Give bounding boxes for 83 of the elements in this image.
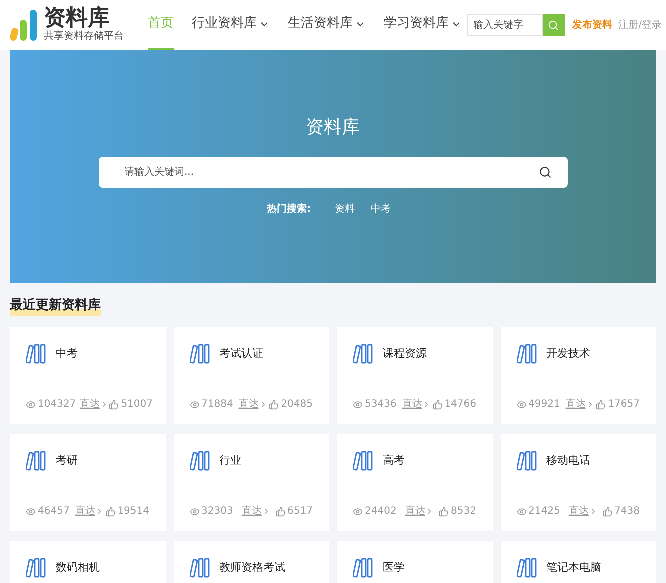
- category-card[interactable]: 中考 104327 直达 51007: [10, 327, 166, 424]
- eye-icon: [26, 400, 36, 410]
- like-count: 20485: [281, 398, 313, 412]
- thumbs-up-icon: [602, 506, 613, 516]
- section-title: 最近更新资料库: [10, 296, 101, 316]
- view-count: 104327: [38, 398, 76, 412]
- like-count: 51007: [121, 398, 153, 412]
- category-name: 行业: [220, 452, 242, 469]
- view-count: 32303: [202, 505, 234, 519]
- hero-title: 资料库: [306, 116, 360, 140]
- view-count: 49921: [528, 398, 560, 412]
- books-icon: [190, 557, 212, 579]
- like-count: 19514: [118, 505, 150, 519]
- category-name: 高考: [383, 452, 405, 469]
- thumbs-up-icon: [432, 400, 443, 410]
- hot-search-label: 热门搜索:: [267, 202, 311, 217]
- like-count: 17657: [608, 398, 640, 412]
- category-name: 移动电话: [546, 452, 590, 469]
- category-card[interactable]: 考试认证 71884 直达 20485: [174, 327, 329, 424]
- category-name: 教师资格考试: [220, 560, 286, 576]
- eye-icon: [516, 506, 526, 516]
- category-card[interactable]: 高考 24402 直达 8532: [337, 434, 492, 531]
- eye-icon: [516, 400, 526, 410]
- logo-tagline: 共享资料存储平台: [44, 30, 124, 44]
- eye-icon: [190, 400, 200, 410]
- header-search-field[interactable]: 输入关键字: [466, 14, 543, 36]
- eye-icon: [353, 506, 363, 516]
- category-card[interactable]: 考研 46457 直达 19514: [10, 434, 166, 531]
- category-card[interactable]: 笔记本电脑: [500, 541, 656, 583]
- like-count: 7438: [614, 505, 640, 519]
- category-name: 考研: [56, 452, 78, 469]
- like-count: 14766: [444, 398, 476, 412]
- category-name: 数码相机: [56, 560, 100, 576]
- category-name: 笔记本电脑: [546, 560, 602, 576]
- thumbs-up-icon: [109, 400, 120, 410]
- hot-search-link[interactable]: 中考: [371, 202, 391, 217]
- category-name: 考试认证: [220, 346, 264, 362]
- search-icon: [548, 20, 560, 30]
- category-name: 中考: [56, 346, 78, 362]
- nav-tab[interactable]: 行业资料库: [192, 0, 270, 50]
- books-icon: [516, 343, 538, 365]
- category-card[interactable]: 教师资格考试: [174, 541, 329, 583]
- books-icon: [353, 343, 375, 365]
- category-card[interactable]: 行业 32303 直达 6517: [174, 434, 329, 531]
- view-count: 46457: [38, 505, 70, 519]
- thumbs-up-icon: [596, 400, 606, 410]
- view-count: 71884: [202, 398, 234, 412]
- thumbs-up-icon: [269, 400, 280, 410]
- view-count: 21425: [528, 505, 560, 519]
- nav-tab[interactable]: 生活资料库: [288, 0, 366, 50]
- nav-tab[interactable]: 学习资料库: [384, 0, 462, 50]
- books-icon: [26, 557, 48, 579]
- eye-icon: [26, 506, 36, 516]
- search-icon: [538, 166, 552, 179]
- hero-search-field[interactable]: 请输入关键词...: [98, 157, 568, 188]
- view-count: 53436: [365, 398, 397, 412]
- books-icon: [353, 557, 375, 579]
- thumbs-up-icon: [439, 506, 450, 516]
- thumbs-up-icon: [106, 506, 116, 516]
- category-card[interactable]: 开发技术 49921 直达 17657: [500, 327, 656, 424]
- like-count: 6517: [288, 505, 313, 519]
- category-card[interactable]: 课程资源 53436 直达 14766: [337, 327, 492, 424]
- books-icon: [26, 450, 48, 472]
- eye-icon: [353, 400, 363, 410]
- books-icon: [516, 557, 538, 579]
- books-icon: [190, 343, 212, 365]
- category-card[interactable]: 数码相机: [10, 541, 166, 583]
- view-count: 24402: [365, 505, 397, 519]
- books-icon: [516, 450, 538, 472]
- search-button[interactable]: [542, 14, 565, 36]
- logo-bars-icon: [10, 8, 40, 42]
- like-count: 8532: [451, 505, 476, 519]
- category-name: 医学: [383, 560, 405, 576]
- books-icon: [190, 450, 212, 472]
- books-icon: [353, 450, 375, 472]
- category-name: 课程资源: [383, 346, 427, 362]
- eye-icon: [190, 506, 200, 516]
- thumbs-up-icon: [276, 506, 286, 516]
- books-icon: [26, 343, 48, 365]
- category-name: 开发技术: [546, 346, 590, 362]
- category-card[interactable]: 医学: [337, 541, 492, 583]
- category-card[interactable]: 移动电话 21425 直达 7438: [500, 434, 656, 531]
- logo-title: 资料库: [44, 6, 111, 29]
